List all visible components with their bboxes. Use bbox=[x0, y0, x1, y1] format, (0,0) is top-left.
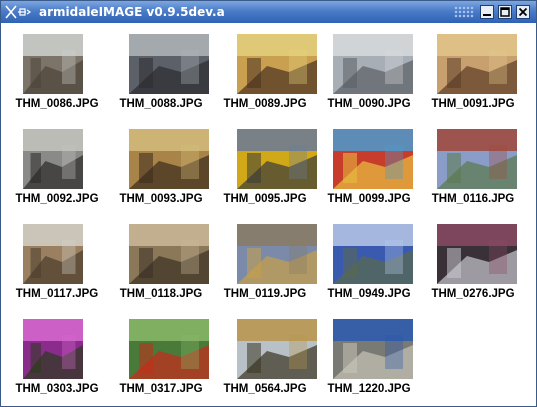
thumbnail-item[interactable]: THM_0089.JPG bbox=[213, 25, 317, 121]
thumbnail-image[interactable] bbox=[333, 319, 413, 379]
thumbnail-filename: THM_0317.JPG bbox=[119, 383, 203, 395]
title-bar[interactable]: armidaleIMAGE v0.9.5dev.a bbox=[1, 1, 536, 23]
thumbnail-filename: THM_0092.JPG bbox=[15, 193, 99, 205]
close-icon bbox=[518, 7, 528, 17]
thumbnail-image[interactable] bbox=[333, 34, 413, 94]
maximize-button[interactable] bbox=[498, 5, 512, 19]
thumbnail-image[interactable] bbox=[129, 319, 209, 379]
minimize-button[interactable] bbox=[480, 5, 494, 19]
minimize-icon bbox=[483, 14, 491, 16]
maximize-icon bbox=[500, 7, 510, 17]
thumbnail-filename: THM_0564.JPG bbox=[223, 383, 307, 395]
thumbnail-filename: THM_0303.JPG bbox=[15, 383, 99, 395]
thumbnail-item[interactable]: THM_0119.JPG bbox=[213, 215, 317, 311]
thumbnail-image[interactable] bbox=[237, 34, 317, 94]
thumbnail-filename: THM_0276.JPG bbox=[431, 288, 515, 300]
titlebar-grip bbox=[454, 6, 474, 18]
thumbnail-filename: THM_0116.JPG bbox=[431, 193, 515, 205]
thumbnail-image[interactable] bbox=[237, 224, 317, 284]
thumbnail-filename: THM_0089.JPG bbox=[223, 98, 307, 110]
thumbnail-image[interactable] bbox=[437, 224, 517, 284]
app-window: armidaleIMAGE v0.9.5dev.a THM_0086.JPG TH… bbox=[0, 0, 537, 407]
thumbnail-item[interactable]: THM_0093.JPG bbox=[109, 120, 213, 216]
thumbnail-filename: THM_0949.JPG bbox=[327, 288, 411, 300]
thumbnail-item[interactable]: THM_0099.JPG bbox=[317, 120, 421, 216]
thumbnail-filename: THM_0119.JPG bbox=[223, 288, 307, 300]
close-button[interactable] bbox=[516, 5, 530, 19]
thumbnail-item[interactable]: THM_0088.JPG bbox=[109, 25, 213, 121]
thumbnail-filename: THM_0118.JPG bbox=[119, 288, 203, 300]
thumbnail-grid: THM_0086.JPG THM_0088.JPG THM_0089.JPG THM_… bbox=[3, 25, 534, 404]
thumbnail-filename: THM_0117.JPG bbox=[15, 288, 99, 300]
thumbnail-item[interactable]: THM_0118.JPG bbox=[109, 215, 213, 311]
app-menu-icon[interactable] bbox=[4, 4, 36, 20]
thumbnail-item[interactable]: THM_0086.JPG bbox=[5, 25, 109, 121]
thumbnail-image[interactable] bbox=[23, 129, 83, 189]
thumbnail-item[interactable]: THM_0317.JPG bbox=[109, 310, 213, 406]
thumbnail-image[interactable] bbox=[23, 224, 83, 284]
thumbnail-filename: THM_0095.JPG bbox=[223, 193, 307, 205]
thumbnail-image[interactable] bbox=[333, 129, 413, 189]
thumbnail-image[interactable] bbox=[237, 129, 317, 189]
thumbnail-item[interactable]: THM_1220.JPG bbox=[317, 310, 421, 406]
thumbnail-image[interactable] bbox=[237, 319, 317, 379]
thumbnail-item[interactable]: THM_0091.JPG bbox=[421, 25, 525, 121]
thumbnail-image[interactable] bbox=[129, 129, 209, 189]
thumbnail-item[interactable]: THM_0095.JPG bbox=[213, 120, 317, 216]
thumbnail-item[interactable]: THM_0949.JPG bbox=[317, 215, 421, 311]
thumbnail-item[interactable]: THM_0117.JPG bbox=[5, 215, 109, 311]
thumbnail-image[interactable] bbox=[23, 319, 83, 379]
thumbnail-image[interactable] bbox=[333, 224, 413, 284]
thumbnail-image[interactable] bbox=[129, 224, 209, 284]
thumbnail-filename: THM_0099.JPG bbox=[327, 193, 411, 205]
thumbnail-filename: THM_0088.JPG bbox=[119, 98, 203, 110]
thumbnail-item[interactable]: THM_0303.JPG bbox=[5, 310, 109, 406]
thumbnail-image[interactable] bbox=[437, 34, 517, 94]
thumbnail-filename: THM_0090.JPG bbox=[327, 98, 411, 110]
thumbnail-image[interactable] bbox=[437, 129, 517, 189]
thumbnail-item[interactable]: THM_0092.JPG bbox=[5, 120, 109, 216]
thumbnail-filename: THM_0093.JPG bbox=[119, 193, 203, 205]
thumbnail-item[interactable]: THM_0090.JPG bbox=[317, 25, 421, 121]
thumbnail-item[interactable]: THM_0276.JPG bbox=[421, 215, 525, 311]
window-title: armidaleIMAGE v0.9.5dev.a bbox=[39, 5, 225, 19]
thumbnail-item[interactable]: THM_0116.JPG bbox=[421, 120, 525, 216]
thumbnail-filename: THM_1220.JPG bbox=[327, 383, 411, 395]
thumbnail-image[interactable] bbox=[129, 34, 209, 94]
thumbnail-image[interactable] bbox=[23, 34, 83, 94]
thumbnail-item[interactable]: THM_0564.JPG bbox=[213, 310, 317, 406]
thumbnail-filename: THM_0091.JPG bbox=[431, 98, 515, 110]
thumbnail-filename: THM_0086.JPG bbox=[15, 98, 99, 110]
